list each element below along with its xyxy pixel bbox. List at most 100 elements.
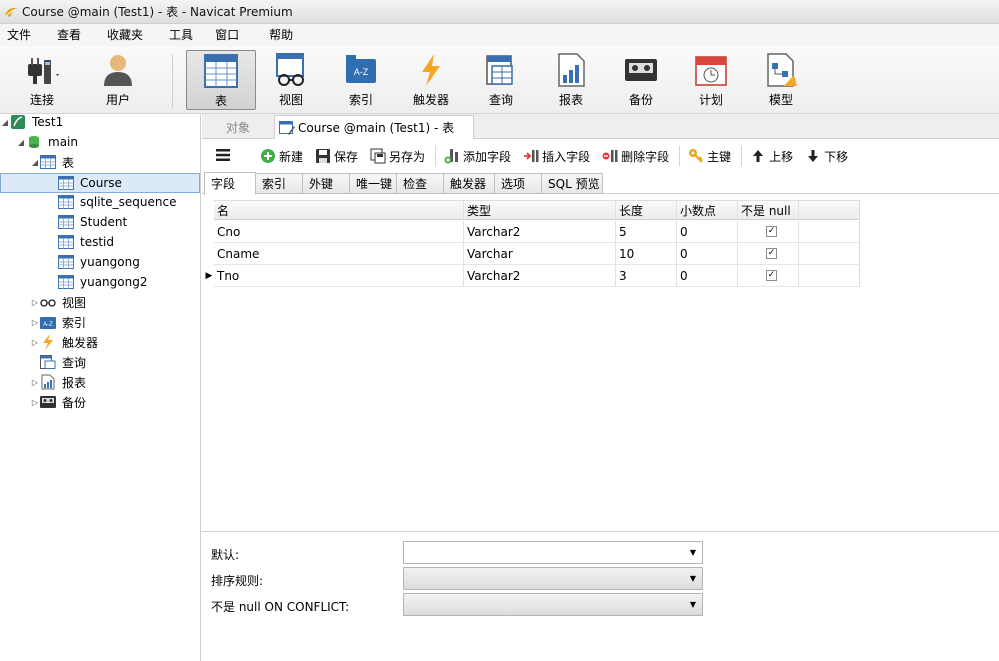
delete-field-button[interactable]: 删除字段 <box>602 148 669 165</box>
subtab-unique-keys[interactable]: 唯一键 <box>349 173 397 194</box>
save-as-button[interactable]: 另存为 <box>370 148 425 165</box>
report-button[interactable]: 报表 <box>546 50 596 110</box>
field-type-cell[interactable]: Varchar2 <box>464 265 616 286</box>
tree-group-backups[interactable]: ▷ 备份 <box>0 392 200 412</box>
new-label: 新建 <box>279 149 304 164</box>
expand-arrow-icon[interactable]: ▷ <box>30 398 40 407</box>
field-name-cell[interactable]: Cname <box>214 243 464 264</box>
column-header-decimals[interactable]: 小数点 <box>677 201 738 219</box>
subtab-fields[interactable]: 字段 <box>204 172 256 195</box>
trigger-button[interactable]: 触发器 <box>406 50 456 110</box>
subtab-options[interactable]: 选项 <box>494 173 542 194</box>
field-length-cell[interactable]: 5 <box>616 221 677 242</box>
subtab-checks[interactable]: 检查 <box>396 173 444 194</box>
field-decimals-cell[interactable]: 0 <box>677 265 738 286</box>
designer-subtab-bar: 字段 索引 外键 唯一键 检查 触发器 选项 SQL 预览 <box>202 172 999 195</box>
column-header-type[interactable]: 类型 <box>464 201 616 219</box>
default-select[interactable]: ▼ <box>403 541 703 564</box>
tree-table-yuangong[interactable]: yuangong <box>0 252 200 272</box>
field-decimals-cell[interactable]: 0 <box>677 221 738 242</box>
field-length-cell[interactable]: 3 <box>616 265 677 286</box>
model-button[interactable]: 模型 <box>756 50 806 110</box>
subtab-triggers[interactable]: 触发器 <box>443 173 495 194</box>
not-null-checkbox[interactable]: ✓ <box>766 226 777 237</box>
tree-group-triggers[interactable]: ▷ 触发器 <box>0 332 200 352</box>
table-row[interactable]: Cname Varchar 10 0 ✓ <box>214 243 860 265</box>
menu-view[interactable]: 查看 <box>43 24 93 46</box>
move-down-button[interactable]: 下移 <box>805 148 848 165</box>
column-header-not-null[interactable]: 不是 null <box>738 201 799 219</box>
table-row[interactable]: Cno Varchar2 5 0 ✓ <box>214 221 860 243</box>
hamburger-menu-button[interactable] <box>216 148 230 164</box>
menu-file[interactable]: 文件 <box>0 24 43 46</box>
expand-arrow-icon[interactable]: ▷ <box>30 378 40 387</box>
table-row[interactable]: Tno Varchar2 3 0 ✓ <box>214 265 860 287</box>
document-tab-bar: 对象 Course @main (Test1) - 表 <box>202 114 999 139</box>
field-type-cell[interactable]: Varchar <box>464 243 616 264</box>
add-field-icon <box>444 148 460 164</box>
query-button[interactable]: 查询 <box>476 50 526 110</box>
column-header-length[interactable]: 长度 <box>616 201 677 219</box>
not-null-checkbox[interactable]: ✓ <box>766 248 777 259</box>
save-as-icon <box>370 148 386 164</box>
primary-key-button[interactable]: 主键 <box>688 148 731 165</box>
new-button[interactable]: 新建 <box>260 148 303 165</box>
report-label: 报表 <box>558 93 583 107</box>
menu-favorites[interactable]: 收藏夹 <box>93 24 155 46</box>
save-as-label: 另存为 <box>389 149 426 164</box>
tree-group-queries[interactable]: 查询 <box>0 352 200 372</box>
tree-group-tables[interactable]: ◢ 表 <box>0 152 200 172</box>
subtab-foreign-keys[interactable]: 外键 <box>302 173 350 194</box>
field-type-cell[interactable]: Varchar2 <box>464 221 616 242</box>
tree-table-yuangong2[interactable]: yuangong2 <box>0 272 200 292</box>
field-length-cell[interactable]: 10 <box>616 243 677 264</box>
collapse-arrow-icon[interactable]: ◢ <box>0 118 10 127</box>
table-button[interactable]: 表 <box>186 50 256 110</box>
subtab-sql-preview[interactable]: SQL 预览 <box>541 173 603 194</box>
menu-window[interactable]: 窗口 <box>205 24 251 46</box>
connect-button[interactable]: 连接 <box>18 50 66 110</box>
schedule-button[interactable]: 计划 <box>686 50 736 110</box>
save-button[interactable]: 保存 <box>315 148 358 165</box>
column-header-name[interactable]: 名 <box>214 201 464 219</box>
not-null-conflict-select[interactable]: ▼ <box>403 593 703 616</box>
tree-group-reports[interactable]: ▷ 报表 <box>0 372 200 392</box>
tree-table-student[interactable]: Student <box>0 212 200 232</box>
tree-group-indexes[interactable]: ▷ A‑Z 索引 <box>0 312 200 332</box>
field-name-cell[interactable]: Tno <box>214 265 464 286</box>
index-button[interactable]: A‑Z 索引 <box>336 50 386 110</box>
backup-button[interactable]: 备份 <box>616 50 666 110</box>
calendar-icon <box>691 52 731 88</box>
collapse-arrow-icon[interactable]: ◢ <box>30 158 40 167</box>
move-up-button[interactable]: 上移 <box>750 148 793 165</box>
menu-help[interactable]: 帮助 <box>251 24 305 46</box>
designer-toolbar: 新建 保存 另存为 添加字段 插入字段 删除字段 主键 上移 下移 <box>202 140 999 172</box>
subtab-indexes[interactable]: 索引 <box>255 173 303 194</box>
field-decimals-cell[interactable]: 0 <box>677 243 738 264</box>
dropdown-arrow-icon: ▼ <box>689 548 696 557</box>
expand-arrow-icon[interactable]: ▷ <box>30 338 40 347</box>
add-field-label: 添加字段 <box>463 149 512 164</box>
delete-field-icon <box>602 148 618 164</box>
save-icon <box>315 148 331 164</box>
view-button[interactable]: 视图 <box>266 50 316 110</box>
tree-table-course[interactable]: Course <box>0 173 200 193</box>
collation-select[interactable]: ▼ <box>403 567 703 590</box>
insert-field-label: 插入字段 <box>542 149 591 164</box>
add-field-button[interactable]: 添加字段 <box>444 148 511 165</box>
user-button[interactable]: 用户 <box>94 50 142 110</box>
tab-course-table-designer[interactable]: Course @main (Test1) - 表 <box>274 115 474 139</box>
tree-table-testid[interactable]: testid <box>0 232 200 252</box>
menu-tools[interactable]: 工具 <box>155 24 205 46</box>
collapse-arrow-icon[interactable]: ◢ <box>16 138 26 147</box>
tree-group-views[interactable]: ▷ 视图 <box>0 292 200 312</box>
tree-table-sqlite-sequence[interactable]: sqlite_sequence <box>0 192 200 212</box>
tree-connection-test1[interactable]: ◢ Test1 <box>0 112 200 132</box>
insert-field-button[interactable]: 插入字段 <box>523 148 590 165</box>
field-name-cell[interactable]: Cno <box>214 221 464 242</box>
tree-database-main[interactable]: ◢ main <box>0 132 200 152</box>
tab-objects[interactable]: 对象 <box>202 115 274 139</box>
expand-arrow-icon[interactable]: ▷ <box>30 318 40 327</box>
not-null-checkbox[interactable]: ✓ <box>766 270 777 281</box>
expand-arrow-icon[interactable]: ▷ <box>30 298 40 307</box>
